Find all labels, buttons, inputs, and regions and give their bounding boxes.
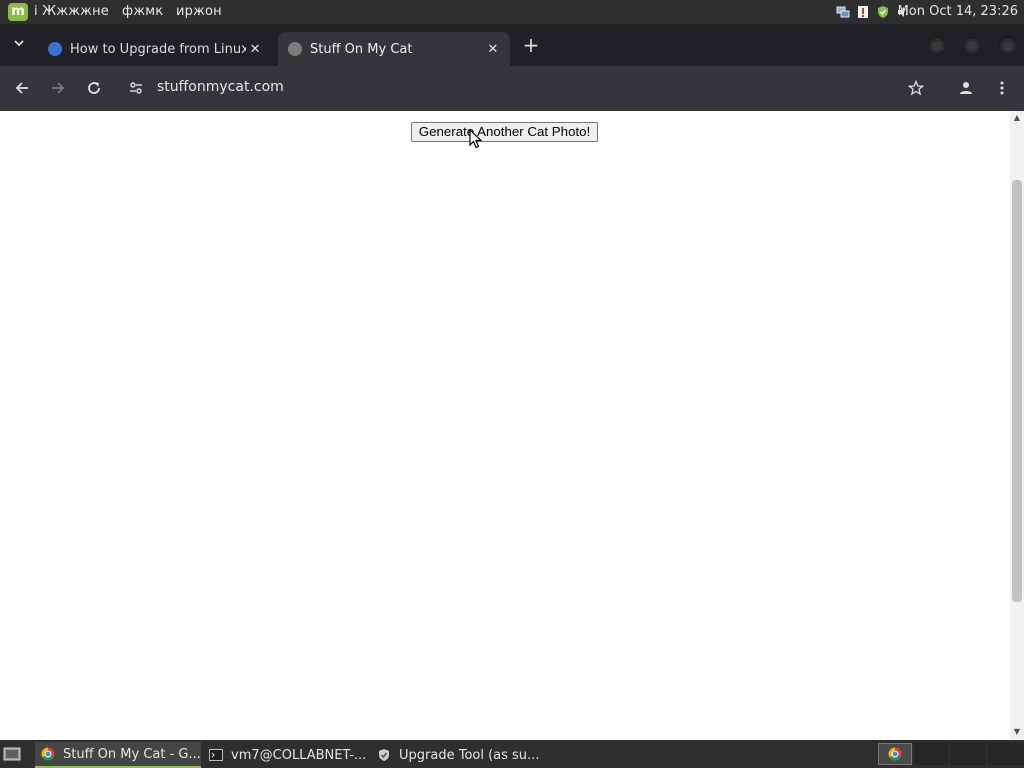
network-icon[interactable] [836, 5, 850, 19]
panel-menu-label-1[interactable]: i Жжжжне [34, 4, 109, 19]
tune-icon [130, 82, 142, 94]
workspace-switcher-1[interactable] [878, 743, 912, 765]
mint-menu-icon[interactable]: m [8, 3, 28, 21]
browser-menu-button[interactable] [991, 77, 1013, 99]
generate-cat-photo-button[interactable]: Generate Another Cat Photo! [411, 122, 598, 142]
close-tab-icon[interactable]: ✕ [246, 40, 264, 58]
close-window-button[interactable] [999, 37, 1017, 55]
shield-icon [379, 749, 389, 761]
forward-button[interactable] [47, 77, 69, 99]
globe-favicon-icon [288, 42, 302, 56]
update-manager-icon[interactable] [856, 5, 870, 19]
taskbar-item-label: vm7@COLLABNET-... [231, 747, 367, 763]
site-info-button[interactable] [125, 77, 147, 99]
terminal-icon [209, 749, 223, 761]
panel-menu-label-2[interactable]: фжмк [122, 4, 163, 19]
scrollbar-thumb[interactable] [1012, 180, 1022, 602]
taskbar-item-label: Upgrade Tool (as su... [399, 747, 540, 763]
panel-menu-label-3[interactable]: иржон [176, 4, 222, 19]
chevron-down-icon [14, 40, 24, 47]
mouse-pointer-icon [469, 129, 483, 149]
tab-search-button[interactable] [8, 32, 30, 54]
workspace-switcher-2[interactable] [914, 743, 948, 765]
star-icon [908, 80, 924, 96]
reload-icon [88, 82, 100, 94]
tab-title: How to Upgrade from Linux [70, 41, 247, 57]
forward-arrow-icon [52, 82, 65, 94]
tab-title: Stuff On My Cat [310, 41, 413, 57]
address-bar[interactable]: stuffonmycat.com [157, 79, 284, 95]
bookmark-button[interactable] [905, 77, 927, 99]
workspace-switcher-3[interactable] [950, 743, 986, 765]
taskbar-item-label: Stuff On My Cat - G... [63, 746, 201, 762]
clock[interactable]: Mon Oct 14, 23:26 [898, 4, 1018, 19]
scroll-up-arrow-icon[interactable]: ▲ [1012, 113, 1022, 123]
minimize-button[interactable] [928, 37, 946, 55]
profile-button[interactable] [955, 77, 977, 99]
top-panel: m i Жжжжне фжмк иржон Mon Oct 14, 23:26 [0, 0, 1024, 24]
show-desktop-icon[interactable] [2, 744, 22, 764]
workspace-switcher-4[interactable] [988, 743, 1024, 765]
close-tab-icon[interactable]: ✕ [484, 40, 502, 58]
chrome-icon [41, 747, 55, 761]
reload-button[interactable] [83, 77, 105, 99]
shield-favicon-icon [48, 42, 62, 56]
back-arrow-icon [15, 82, 28, 94]
kebab-menu-icon [1000, 81, 1004, 95]
tab-how-to-upgrade[interactable]: How to Upgrade from Linux ✕ [38, 32, 272, 66]
taskbar-item-chrome[interactable]: Stuff On My Cat - G... [35, 742, 201, 768]
scroll-down-arrow-icon[interactable]: ▼ [1012, 727, 1022, 737]
browser-toolbar [0, 66, 1024, 111]
maximize-button[interactable] [963, 37, 981, 55]
page-viewport [0, 111, 1010, 740]
back-button[interactable] [11, 77, 33, 99]
chrome-icon [888, 747, 902, 761]
taskbar-item-terminal[interactable]: vm7@COLLABNET-... [203, 742, 369, 768]
taskbar-item-upgrade-tool[interactable]: Upgrade Tool (as su... [371, 742, 541, 768]
account-icon [960, 82, 972, 94]
shield-tray-icon[interactable] [876, 5, 890, 19]
tab-stuff-on-my-cat[interactable]: Stuff On My Cat ✕ [278, 32, 510, 66]
new-tab-button[interactable]: + [520, 34, 542, 56]
